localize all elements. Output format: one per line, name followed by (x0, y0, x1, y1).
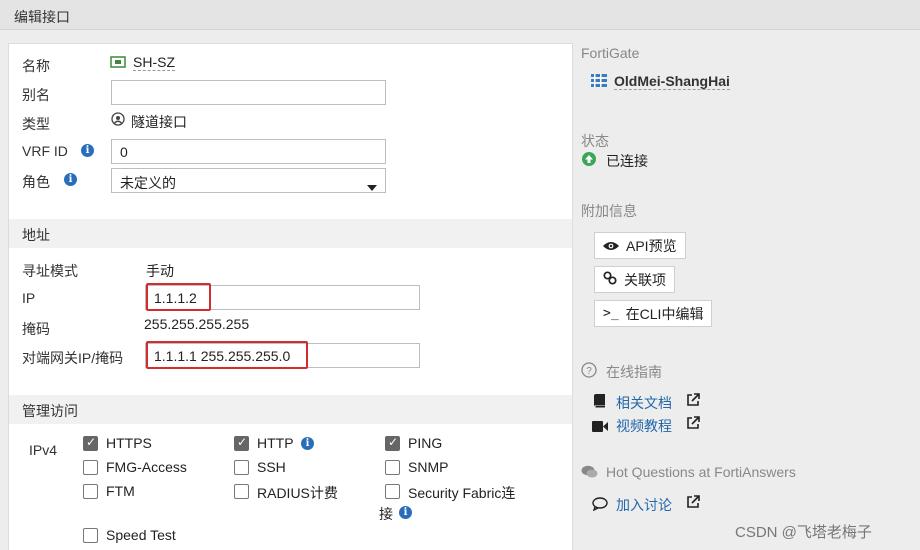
vrf-label: VRF ID (22, 143, 68, 159)
name-label: 名称 (22, 58, 50, 74)
ftm-label: FTM (106, 483, 135, 499)
vrf-input[interactable]: 0 (111, 139, 386, 164)
alias-label: 别名 (22, 87, 50, 103)
external-link-icon[interactable] (686, 393, 700, 410)
edit-form-panel: 名称 SH-SZ 别名 类型 隧道接口 VRF ID i 0 角色 i 未定义的… (8, 43, 573, 550)
fortigate-device-name[interactable]: OldMei-ShangHai (614, 73, 730, 90)
http-label: HTTP (257, 435, 294, 451)
mask-label: 掩码 (22, 321, 50, 337)
csdn-watermark: CSDN @飞塔老梅子 (735, 524, 872, 541)
address-section-title: 地址 (22, 227, 50, 243)
video-tutorial-link[interactable]: 视频教程 (616, 416, 672, 436)
snmp-checkbox[interactable] (385, 460, 400, 475)
comments-icon (581, 465, 598, 482)
radius-accounting-label: RADIUS计费 (257, 485, 338, 501)
mask-value: 255.255.255.255 (144, 316, 250, 332)
video-icon (592, 419, 608, 435)
fmg-access-label: FMG-Access (106, 459, 187, 475)
comment-icon (592, 497, 608, 514)
terminal-icon: >_ (603, 306, 619, 321)
references-button[interactable]: 关联项 (594, 266, 675, 293)
ssh-label: SSH (257, 459, 286, 475)
alias-input[interactable] (111, 80, 386, 105)
role-select[interactable]: 未定义的 (111, 168, 386, 193)
status-label: 状态 (581, 133, 609, 149)
ip-highlight-box (146, 283, 211, 311)
speed-test-checkbox[interactable] (83, 528, 98, 543)
online-guide-label: 在线指南 (606, 364, 662, 380)
admin-access-section-header: 管理访问 (9, 395, 572, 424)
additional-info-label: 附加信息 (581, 203, 637, 219)
admin-access-section-title: 管理访问 (22, 403, 78, 419)
related-docs-link[interactable]: 相关文档 (616, 393, 672, 413)
ping-checkbox[interactable] (385, 435, 400, 451)
fortigate-label: FortiGate (581, 45, 640, 61)
tunnel-type-icon (111, 112, 125, 129)
fmg-access-checkbox[interactable] (83, 460, 98, 475)
external-link-icon[interactable] (686, 495, 700, 512)
type-label: 类型 (22, 116, 50, 132)
status-value: 已连接 (606, 153, 648, 169)
snmp-label: SNMP (408, 459, 449, 475)
external-link-icon[interactable] (686, 416, 700, 433)
fortigate-device-icon (591, 74, 607, 91)
references-label: 关联项 (624, 271, 666, 288)
ipv4-label: IPv4 (29, 442, 58, 458)
link-icon (603, 271, 617, 288)
ftm-checkbox[interactable] (83, 484, 98, 499)
status-up-icon (582, 152, 596, 169)
https-checkbox[interactable] (83, 435, 98, 451)
role-label: 角色 (22, 174, 50, 190)
vrf-info-icon[interactable]: i (81, 144, 94, 157)
ping-label: PING (408, 435, 443, 451)
eye-icon (603, 238, 619, 254)
question-icon: ? (581, 362, 597, 381)
book-icon (593, 394, 606, 411)
svg-text:?: ? (586, 366, 592, 377)
hot-questions-label: Hot Questions at FortiAnswers (606, 464, 796, 480)
window-title: 编辑接口 (14, 9, 70, 25)
http-info-icon[interactable]: i (301, 437, 314, 450)
addressing-mode-value: 手动 (146, 263, 174, 279)
type-value: 隧道接口 (131, 114, 187, 130)
join-discussion-link[interactable]: 加入讨论 (616, 495, 672, 515)
api-preview-button[interactable]: API预览 (594, 232, 686, 259)
role-select-value: 未定义的 (120, 175, 176, 191)
peer-gateway-label: 对端网关IP/掩码 (22, 350, 124, 366)
https-label: HTTPS (106, 435, 152, 451)
address-section-header: 地址 (9, 219, 572, 248)
security-fabric-checkbox[interactable] (385, 484, 400, 499)
tunnel-interface-icon (110, 54, 126, 73)
interface-name[interactable]: SH-SZ (133, 54, 175, 71)
addressing-mode-label: 寻址模式 (22, 263, 78, 279)
chevron-down-icon (367, 178, 377, 194)
edit-in-cli-button[interactable]: >_ 在CLI中编辑 (594, 300, 713, 327)
http-checkbox[interactable] (234, 435, 249, 451)
edit-in-cli-label: 在CLI中编辑 (625, 305, 704, 322)
security-fabric-label-wrap: 接 (379, 506, 393, 522)
speed-test-label: Speed Test (106, 527, 176, 543)
api-preview-label: API预览 (626, 237, 677, 254)
role-info-icon[interactable]: i (64, 173, 77, 186)
window-titlebar: 编辑接口 (0, 0, 920, 30)
ssh-checkbox[interactable] (234, 460, 249, 475)
security-fabric-info-icon[interactable]: i (399, 506, 412, 519)
security-fabric-label: Security Fabric连 (408, 485, 516, 501)
peer-gateway-highlight-box (146, 341, 308, 369)
ip-label: IP (22, 290, 36, 306)
radius-accounting-checkbox[interactable] (234, 484, 249, 499)
